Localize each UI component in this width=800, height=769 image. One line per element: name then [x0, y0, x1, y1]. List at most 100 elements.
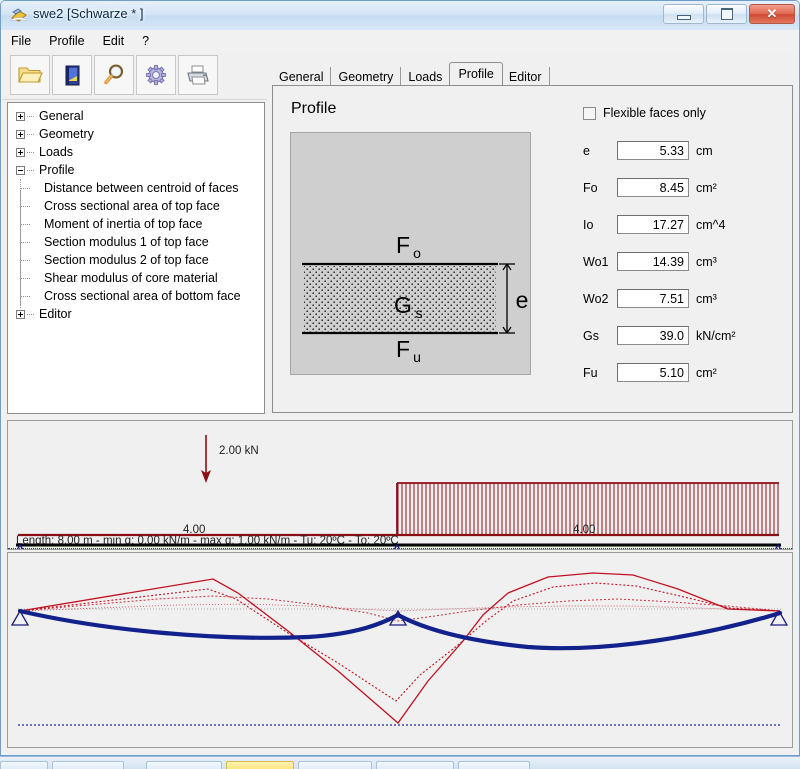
tab-loads[interactable]: Loads — [401, 67, 451, 85]
close-button[interactable]: ✕ — [749, 4, 795, 24]
open-button[interactable] — [10, 55, 50, 95]
tree-item-label: Cross sectional area of top face — [44, 199, 220, 213]
page-title: Profile — [291, 100, 337, 117]
taskbar[interactable] — [0, 756, 800, 769]
tree-item-cross-sectional-area-of-bottom-face[interactable]: Cross sectional area of bottom face — [8, 287, 264, 305]
expand-icon[interactable] — [16, 129, 25, 139]
tab-content-profile: Profile F o G s F u e Flexible faces onl… — [272, 85, 793, 413]
tree-item-shear-modulus-of-core-material[interactable]: Shear modulus of core material — [8, 269, 264, 287]
toolbar — [2, 52, 267, 100]
expand-icon[interactable] — [16, 309, 25, 319]
menu-item-profile[interactable]: Profile — [40, 32, 93, 50]
tree-item-label: Shear modulus of core material — [44, 271, 218, 285]
status-divider — [8, 548, 792, 549]
tree-node-geometry[interactable]: Geometry — [8, 125, 264, 143]
input-wo2[interactable] — [617, 289, 689, 308]
navigation-tree: General Geometry Loads Profile Distance … — [8, 107, 264, 323]
client-area: General Geometry Loads Profile Distance … — [2, 52, 798, 754]
flexible-faces-row[interactable]: Flexible faces only — [583, 106, 706, 120]
navigation-tree-panel[interactable]: General Geometry Loads Profile Distance … — [7, 102, 265, 414]
tab-general[interactable]: General — [272, 67, 332, 85]
tree-item-distance-between-centroid-of-faces[interactable]: Distance between centroid of faces — [8, 179, 264, 197]
collapse-icon[interactable] — [16, 165, 25, 175]
print-button[interactable] — [178, 55, 218, 95]
tree-node-loads[interactable]: Loads — [8, 143, 264, 161]
flexible-faces-checkbox[interactable] — [583, 106, 596, 120]
tree-connector — [21, 188, 30, 189]
menu-item-help[interactable]: ? — [133, 32, 158, 50]
input-e[interactable] — [617, 141, 689, 160]
tree-connector — [27, 313, 34, 315]
settings-button[interactable] — [136, 55, 176, 95]
close-icon: ✕ — [766, 6, 778, 21]
field-wo1: Wo1 cm³ — [583, 251, 717, 272]
svg-text:G: G — [394, 292, 412, 318]
minimize-button[interactable] — [663, 4, 704, 24]
tree-node-profile[interactable]: Profile — [8, 161, 264, 179]
tree-item-moment-of-inertia-of-top-face[interactable]: Moment of inertia of top face — [8, 215, 264, 233]
unit-wo1: cm³ — [696, 254, 717, 269]
field-label-fo: Fo — [583, 180, 598, 195]
window-controls: ✕ — [663, 4, 795, 24]
field-gs: Gs kN/cm² — [583, 325, 736, 346]
maximize-button[interactable] — [706, 4, 747, 24]
beam-loading-view[interactable]: 2.00 kN 4.00 4.00 Length: 8.00 m - min q… — [7, 420, 793, 550]
input-wo1[interactable] — [617, 252, 689, 271]
svg-text:F: F — [396, 336, 410, 362]
input-fo[interactable] — [617, 178, 689, 197]
book-icon — [59, 63, 85, 87]
tree-item-label: Section modulus 2 of top face — [44, 253, 209, 267]
tree-connector — [21, 242, 30, 243]
tree-node-general[interactable]: General — [8, 107, 264, 125]
svg-text:o: o — [413, 245, 421, 261]
catalog-button[interactable] — [52, 55, 92, 95]
tree-item-label: Moment of inertia of top face — [44, 217, 203, 231]
field-label-fu: Fu — [583, 365, 598, 380]
tree-connector — [27, 115, 34, 117]
unit-fo: cm² — [696, 180, 717, 195]
tree-item-cross-sectional-area-of-top-face[interactable]: Cross sectional area of top face — [8, 197, 264, 215]
field-e: e cm — [583, 140, 713, 161]
tab-panel: General Geometry Loads Profile Editor Pr… — [272, 57, 793, 414]
input-io[interactable] — [617, 215, 689, 234]
tree-item-label: Distance between centroid of faces — [44, 181, 239, 195]
title-bar[interactable]: swe2 [Schwarze * ] ✕ — [1, 1, 799, 30]
tree-connector — [21, 206, 30, 207]
tree-node-label: Profile — [39, 163, 75, 177]
results-svg — [10, 572, 789, 726]
svg-text:F: F — [396, 232, 410, 258]
field-io: Io cm^4 — [583, 214, 725, 235]
expand-icon[interactable] — [16, 111, 25, 121]
menu-item-file[interactable]: File — [2, 32, 40, 50]
tree-connector — [21, 278, 30, 279]
app-icon — [10, 7, 28, 25]
tab-geometry[interactable]: Geometry — [331, 67, 402, 85]
supports-overlay — [16, 543, 782, 549]
tree-node-label: Geometry — [39, 127, 94, 141]
tree-item-section-modulus-1-of-top-face[interactable]: Section modulus 1 of top face — [8, 233, 264, 251]
field-label-io: Io — [583, 217, 594, 232]
tab-profile[interactable]: Profile — [449, 62, 503, 85]
field-fo: Fo cm² — [583, 177, 717, 198]
flexible-faces-label: Flexible faces only — [603, 106, 706, 120]
svg-text:e: e — [516, 287, 529, 313]
tree-item-section-modulus-2-of-top-face[interactable]: Section modulus 2 of top face — [8, 251, 264, 269]
tree-node-editor[interactable]: Editor — [8, 305, 264, 323]
input-gs[interactable] — [617, 326, 689, 345]
tree-connector — [27, 151, 34, 153]
expand-icon[interactable] — [16, 147, 25, 157]
field-label-wo2: Wo2 — [583, 291, 609, 306]
window-title: swe2 [Schwarze * ] — [33, 6, 144, 21]
zoom-button[interactable] — [94, 55, 134, 95]
minimize-icon — [664, 5, 703, 23]
tree-connector — [21, 224, 30, 225]
menu-item-edit[interactable]: Edit — [94, 32, 134, 50]
unit-gs: kN/cm² — [696, 328, 736, 343]
tree-node-label: Editor — [39, 307, 72, 321]
tree-item-label: Cross sectional area of bottom face — [44, 289, 241, 303]
results-view[interactable] — [7, 552, 793, 748]
input-fu[interactable] — [617, 363, 689, 382]
unit-wo2: cm³ — [696, 291, 717, 306]
field-label-wo1: Wo1 — [583, 254, 609, 269]
tab-editor[interactable]: Editor — [502, 67, 550, 85]
